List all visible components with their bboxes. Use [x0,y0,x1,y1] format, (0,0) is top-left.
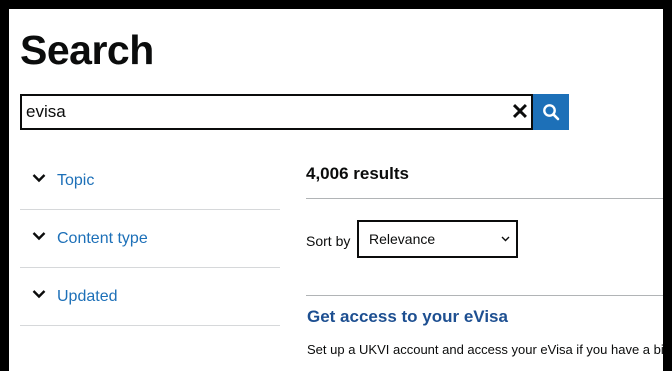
search-icon [543,104,560,121]
sort-label: Sort by [306,233,351,249]
search-box: ✕ [20,94,533,130]
sort-value: Relevance [369,231,436,247]
filter-updated[interactable]: Updated [20,268,280,326]
search-input[interactable] [22,96,506,128]
chevron-down-icon [32,174,46,183]
sort-select[interactable]: Relevance [357,220,518,258]
search-button[interactable] [533,94,569,130]
filter-content-type[interactable]: Content type [20,210,280,268]
page-frame: Search ✕ Topic Content type Updated [9,9,663,371]
filter-panel: Topic Content type Updated [20,152,280,326]
close-icon[interactable]: ✕ [509,99,531,124]
page-title: Search [20,27,154,73]
divider [306,295,663,296]
filter-label[interactable]: Updated [57,288,118,306]
results-count: 4,006 results [306,164,410,183]
divider [306,198,663,199]
filter-label[interactable]: Topic [57,172,94,190]
chevron-down-icon [501,236,510,242]
chevron-down-icon [32,232,46,241]
filter-label[interactable]: Content type [57,230,148,248]
result-description: Set up a UKVI account and access your eV… [307,342,663,357]
filter-topic[interactable]: Topic [20,152,280,210]
result-title-link[interactable]: Get access to your eVisa [307,307,508,327]
chevron-down-icon [32,290,46,299]
